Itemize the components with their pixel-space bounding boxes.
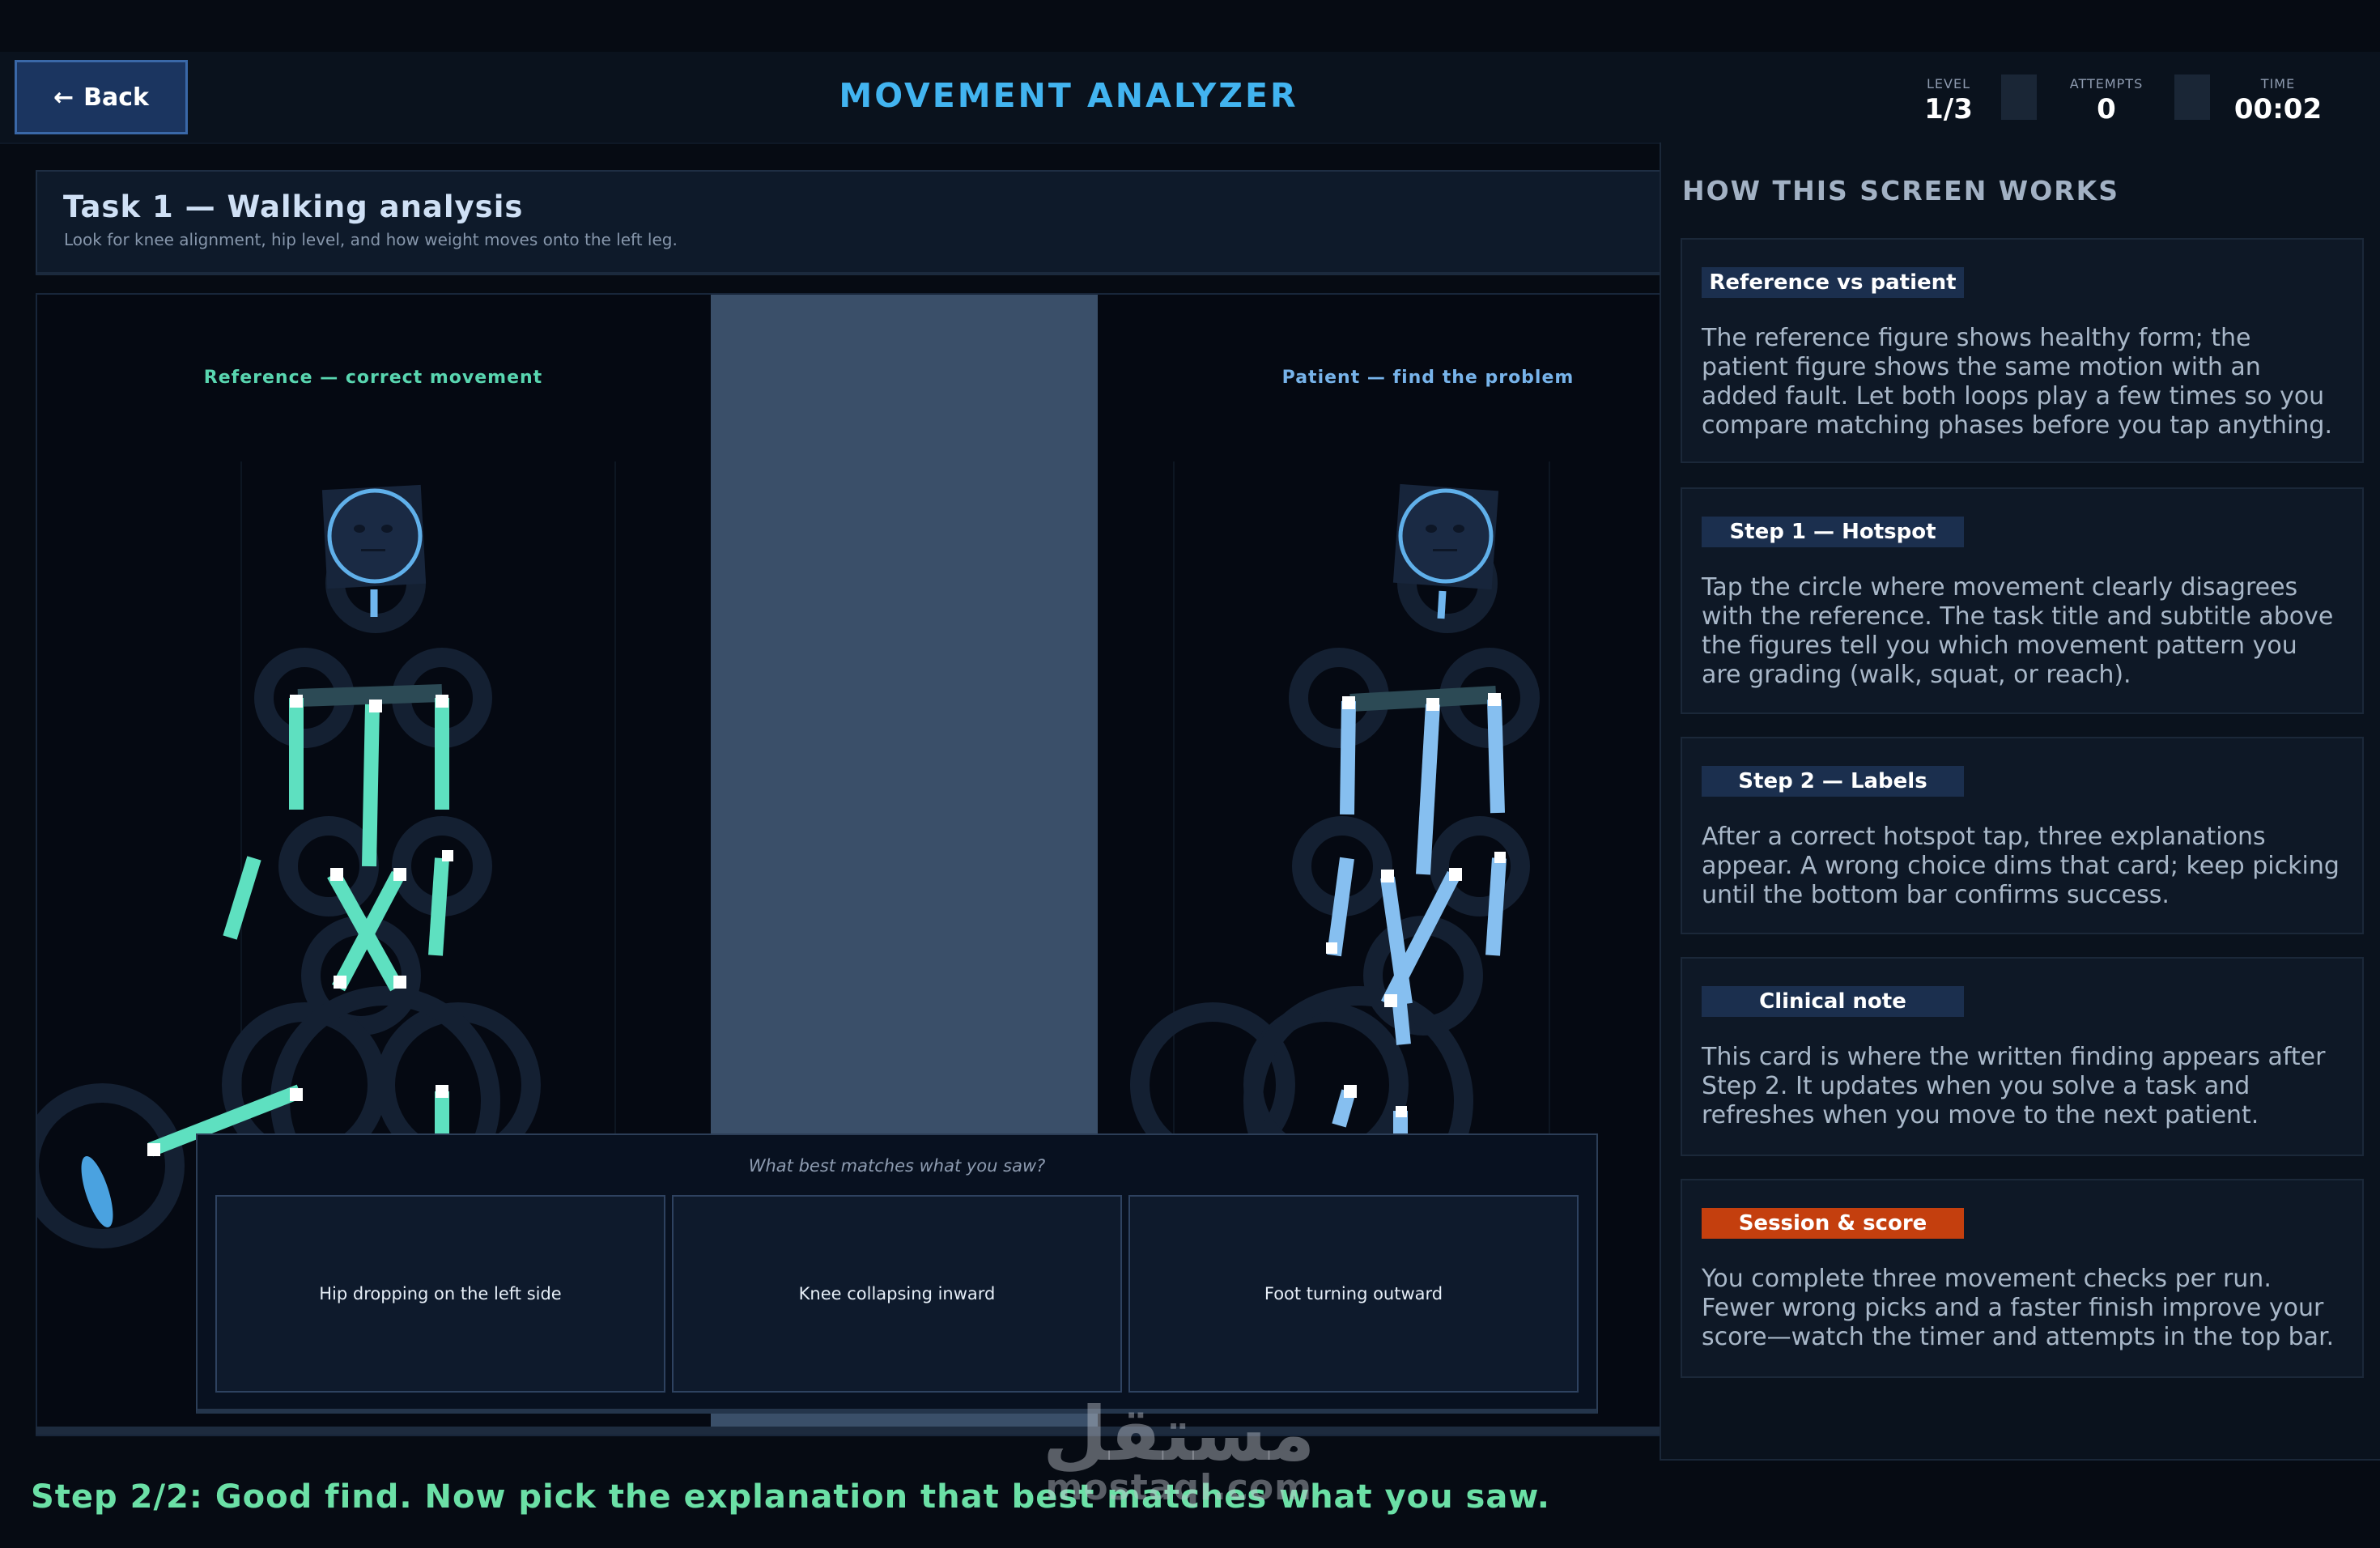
time-label: TIME xyxy=(2260,76,2296,91)
task-header: Task 1 — Walking analysis Look for knee … xyxy=(36,170,1663,275)
watermark: مستقل mostaql.com xyxy=(1043,1391,1315,1509)
level-stat: LEVEL 1/3 xyxy=(1912,76,1985,125)
reference-foot xyxy=(81,1156,113,1227)
stat-separator xyxy=(2174,74,2210,120)
help-card-session: Session & score You complete three movem… xyxy=(1681,1179,2364,1378)
choice-hip-drop[interactable]: Hip dropping on the left side xyxy=(215,1195,665,1393)
patient-hotspot-rings xyxy=(1130,533,1540,1216)
reference-shoulders xyxy=(297,684,443,707)
task-subtitle: Look for knee alignment, hip level, and … xyxy=(64,230,678,249)
reference-head xyxy=(327,488,423,584)
help-text: You complete three movement checks per r… xyxy=(1702,1265,2335,1351)
help-panel: HOW THIS SCREEN WORKS Reference vs patie… xyxy=(1660,142,2380,1461)
help-text: Tap the circle where movement clearly di… xyxy=(1702,573,2334,689)
choice-knee-collapse[interactable]: Knee collapsing inward xyxy=(672,1195,1122,1393)
patient-neck xyxy=(1437,590,1447,619)
help-card-reference: Reference vs patient The reference figur… xyxy=(1681,238,2364,463)
help-card-clinical-note: Clinical note This card is where the wri… xyxy=(1681,957,2364,1156)
choice-tray: What best matches what you saw? Hip drop… xyxy=(196,1133,1598,1414)
app-title: MOVEMENT ANALYZER xyxy=(839,76,1298,115)
stage-bottom-bar xyxy=(36,1427,1663,1435)
attempts-value: 0 xyxy=(2097,93,2116,125)
help-tag: Step 1 — Hotspot xyxy=(1702,517,1964,547)
help-card-labels: Step 2 — Labels After a correct hotspot … xyxy=(1681,737,2364,934)
reference-label: Reference — correct movement xyxy=(203,368,543,388)
watermark-latin: mostaql.com xyxy=(1045,1467,1312,1508)
time-value: 00:02 xyxy=(2233,93,2323,125)
patient-head xyxy=(1398,488,1494,584)
level-label: LEVEL xyxy=(1927,76,1970,91)
reference-limbs xyxy=(147,698,449,1157)
attempts-stat: ATTEMPTS 0 xyxy=(2063,76,2150,125)
help-text: After a correct hotspot tap, three expla… xyxy=(1702,823,2340,909)
help-text: This card is where the written finding a… xyxy=(1702,1043,2326,1129)
choice-foot-turn[interactable]: Foot turning outward xyxy=(1128,1195,1579,1393)
help-tag: Session & score xyxy=(1702,1208,1964,1239)
stat-separator xyxy=(2001,74,2037,120)
task-title: Task 1 — Walking analysis xyxy=(63,189,524,224)
attempts-label: ATTEMPTS xyxy=(2069,76,2144,91)
help-tag: Step 2 — Labels xyxy=(1702,766,1964,797)
patient-figure[interactable] xyxy=(1099,437,1757,1247)
help-heading: HOW THIS SCREEN WORKS xyxy=(1682,175,2120,206)
level-value: 1/3 xyxy=(1924,93,1973,125)
help-tag: Clinical note xyxy=(1702,986,1964,1017)
status-message: Step 2/2: Good find. Now pick the explan… xyxy=(31,1478,1550,1516)
help-text: The reference figure shows healthy form;… xyxy=(1702,324,2332,440)
help-tag: Reference vs patient xyxy=(1702,267,1964,298)
watermark-arabic: مستقل xyxy=(1043,1391,1315,1478)
choice-prompt: What best matches what you saw? xyxy=(748,1156,1046,1176)
patient-shoulders xyxy=(1349,686,1497,712)
time-stat: TIME 00:02 xyxy=(2233,76,2323,125)
help-card-hotspot: Step 1 — Hotspot Tap the circle where mo… xyxy=(1681,487,2364,714)
